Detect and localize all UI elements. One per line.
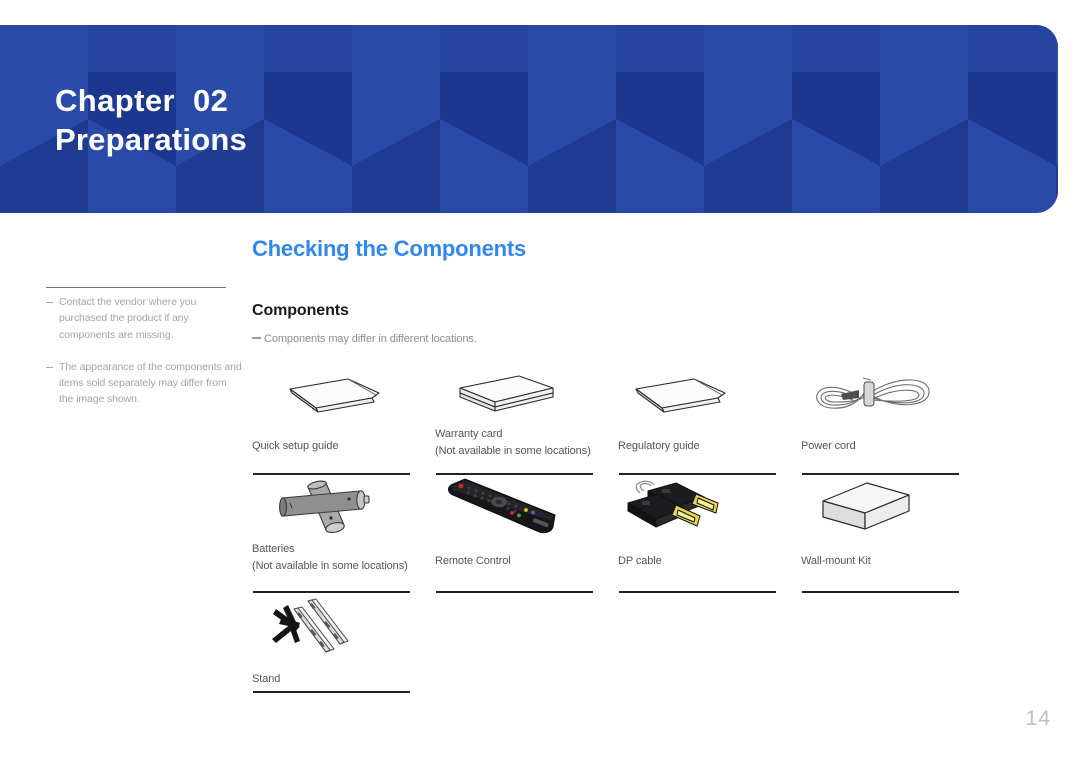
component-label: Quick setup guide bbox=[252, 440, 339, 452]
sidebar-note-text: Contact the vendor where you purchased t… bbox=[59, 296, 197, 341]
components-row: Quick setup guide Warranty card (Not ava… bbox=[252, 360, 1052, 475]
chapter-number-label: Chapter 02 bbox=[55, 83, 229, 118]
note-dash-icon bbox=[252, 337, 261, 339]
component-sublabel: (Not available in some locations) bbox=[435, 445, 591, 458]
component-cell-power-cord: Power cord bbox=[801, 360, 983, 475]
component-label: DP cable bbox=[618, 555, 662, 567]
component-cell-batteries: Batteries (Not available in some locatio… bbox=[252, 475, 434, 593]
components-row: Stand bbox=[252, 593, 1052, 693]
stand-icon bbox=[252, 595, 434, 657]
component-cell-remote-control: Remote Control bbox=[435, 475, 617, 593]
component-cell-quick-setup-guide: Quick setup guide bbox=[252, 360, 434, 475]
component-cell-wall-mount-kit: Wall-mount Kit bbox=[801, 475, 983, 593]
component-label: Remote Control bbox=[435, 555, 511, 567]
component-divider bbox=[802, 591, 959, 593]
chapter-heading: Chapter 02 Preparations bbox=[55, 83, 247, 158]
component-cell-regulatory-guide: Regulatory guide bbox=[618, 360, 800, 475]
batteries-icon bbox=[252, 477, 434, 539]
page-title: Checking the Components bbox=[252, 236, 527, 261]
component-label: Wall-mount Kit bbox=[801, 555, 871, 567]
bullet-dash-icon bbox=[46, 366, 53, 368]
sidebar-notes: Contact the vendor where you purchased t… bbox=[46, 294, 242, 424]
page-number: 14 bbox=[1025, 707, 1051, 730]
regulatory-guide-icon bbox=[618, 366, 800, 424]
components-grid: Quick setup guide Warranty card (Not ava… bbox=[252, 360, 1052, 693]
components-subheading: Components bbox=[252, 302, 349, 319]
component-divider bbox=[253, 691, 410, 693]
components-note: Components may differ in different locat… bbox=[252, 333, 477, 345]
power-cord-icon bbox=[801, 366, 983, 424]
warranty-card-icon bbox=[435, 366, 617, 424]
component-label: Stand bbox=[252, 673, 281, 685]
components-note-text: Components may differ in different locat… bbox=[264, 333, 477, 345]
components-row: Batteries (Not available in some locatio… bbox=[252, 475, 1052, 593]
component-label: Batteries bbox=[252, 543, 295, 555]
component-divider bbox=[436, 591, 593, 593]
sidebar-note-item: Contact the vendor where you purchased t… bbox=[46, 294, 242, 343]
chapter-banner: Chapter 02 Preparations bbox=[0, 25, 1058, 213]
component-label: Regulatory guide bbox=[618, 440, 700, 452]
component-label: Warranty card bbox=[435, 428, 503, 440]
component-label: Power cord bbox=[801, 440, 856, 452]
wall-mount-kit-icon bbox=[801, 477, 983, 539]
bullet-dash-icon bbox=[46, 302, 53, 303]
chapter-title-label: Preparations bbox=[55, 121, 247, 157]
quick-setup-guide-icon bbox=[252, 366, 434, 424]
remote-control-icon bbox=[435, 477, 617, 539]
component-cell-dp-cable: DP cable bbox=[618, 475, 800, 593]
component-cell-warranty-card: Warranty card (Not available in some loc… bbox=[435, 360, 617, 475]
dp-cable-icon bbox=[618, 477, 800, 539]
component-divider bbox=[619, 591, 776, 593]
component-cell-stand: Stand bbox=[252, 593, 434, 693]
sidebar-note-text: The appearance of the components and ite… bbox=[59, 360, 242, 406]
component-sublabel: (Not available in some locations) bbox=[252, 560, 408, 573]
sidebar-note-item: The appearance of the components and ite… bbox=[46, 359, 242, 408]
sidebar-divider bbox=[46, 287, 226, 288]
